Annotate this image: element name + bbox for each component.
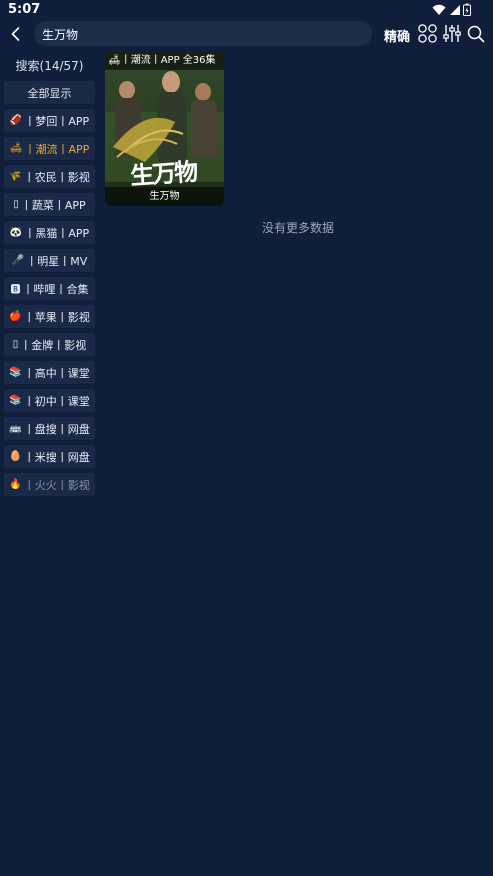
source-icon: 🥚 [9, 451, 22, 462]
card-source-tag: 🛋丨潮流丨APP 全36集 [105, 52, 224, 70]
source-label: 丨盘搜丨网盘 [23, 422, 90, 436]
status-time: 5:07 [8, 2, 41, 17]
source-item[interactable]: 🅱 丨哔哩丨合集 [4, 277, 95, 300]
source-sidebar: 搜索(14/57) 全部显示 🏈 丨梦回丨APP 🛋 丨潮流丨APP 🌾 丨农民丨影视 ▯ 丨… [4, 58, 95, 501]
show-all-button[interactable]: 全部显示 [4, 81, 95, 104]
source-item[interactable]: 📚 丨高中丨课堂 [4, 361, 95, 384]
search-input[interactable]: 生万物 [34, 21, 372, 46]
sliders-icon[interactable] [443, 24, 461, 43]
source-icon: 🚌 [9, 423, 22, 434]
source-label: 丨蔬菜丨APP [20, 198, 86, 212]
source-icon: 🎤 [11, 255, 25, 266]
poster-title-art: 生万物 [129, 156, 198, 191]
grid-icon[interactable] [418, 24, 437, 43]
source-label: 丨黑猫丨APP [24, 226, 90, 240]
source-icon: 🏈 [9, 115, 23, 126]
source-item[interactable]: 🔥 丨火火丨影视 [4, 473, 95, 496]
sofa-icon: 🛋 [108, 55, 121, 66]
source-item[interactable]: 🥚 丨米搜丨网盘 [4, 445, 95, 468]
source-label: 丨火火丨影视 [23, 478, 90, 492]
source-label: 丨哔哩丨合集 [22, 282, 89, 296]
source-label: 丨米搜丨网盘 [23, 450, 90, 464]
search-query-text: 生万物 [42, 28, 79, 42]
source-item[interactable]: 🍎 丨苹果丨影视 [4, 305, 95, 328]
source-label: 丨梦回丨APP [24, 114, 90, 128]
no-more-data-text: 没有更多数据 [262, 221, 335, 235]
result-card[interactable]: 生万物 🛋丨潮流丨APP 全36集 生万物 [105, 52, 224, 206]
source-icon: 🔥 [9, 479, 22, 490]
source-icon: 🐼 [9, 227, 23, 238]
source-item[interactable]: 📚 丨初中丨课堂 [4, 389, 95, 412]
source-item[interactable]: 🏈 丨梦回丨APP [4, 109, 95, 132]
exact-match-button[interactable]: 精确 [384, 26, 410, 45]
battery-icon [463, 3, 471, 16]
search-icon[interactable] [467, 25, 485, 43]
card-title: 生万物 [105, 187, 224, 206]
source-item[interactable]: 🚌 丨盘搜丨网盘 [4, 417, 95, 440]
status-icons [432, 3, 471, 16]
wifi-icon [432, 4, 446, 15]
signal-icon [450, 4, 460, 15]
source-label: 丨明星丨MV [26, 254, 88, 268]
source-item[interactable]: 🌾 丨农民丨影视 [4, 165, 95, 188]
source-label: 丨初中丨课堂 [23, 394, 90, 408]
source-label: 丨高中丨课堂 [23, 366, 90, 380]
source-icon: 🅱 [10, 285, 21, 296]
card-tag-text: 丨潮流丨APP 全36集 [120, 55, 216, 66]
source-label: 丨潮流丨APP [24, 142, 90, 156]
source-item[interactable]: 🛋 丨潮流丨APP [4, 137, 95, 160]
source-item[interactable]: 🐼 丨黑猫丨APP [4, 221, 95, 244]
source-item[interactable]: ▯ 丨蔬菜丨APP [4, 193, 95, 216]
status-bar: 5:07 [0, 0, 493, 20]
source-label: 丨苹果丨影视 [23, 310, 90, 324]
source-icon: ▯ [13, 199, 19, 210]
chevron-left-icon[interactable] [8, 26, 24, 42]
source-icon: ▯ [12, 339, 19, 350]
source-label: 丨金牌丨影视 [20, 338, 87, 352]
source-item[interactable]: 🎤 丨明星丨MV [4, 249, 95, 272]
source-icon: 🛋 [9, 143, 23, 154]
search-count-title: 搜索(14/57) [15, 59, 84, 73]
source-icon: 🍎 [9, 311, 22, 322]
source-label: 丨农民丨影视 [23, 170, 90, 184]
source-item[interactable]: ▯ 丨金牌丨影视 [4, 333, 95, 356]
source-icon: 🌾 [9, 171, 22, 182]
source-icon: 📚 [9, 367, 22, 378]
source-list: 🏈 丨梦回丨APP 🛋 丨潮流丨APP 🌾 丨农民丨影视 ▯ 丨蔬菜丨APP 🐼 丨黑猫丨APP 🎤… [4, 109, 95, 496]
search-topbar: 生万物 精确 [0, 20, 493, 48]
source-icon: 📚 [9, 395, 22, 406]
